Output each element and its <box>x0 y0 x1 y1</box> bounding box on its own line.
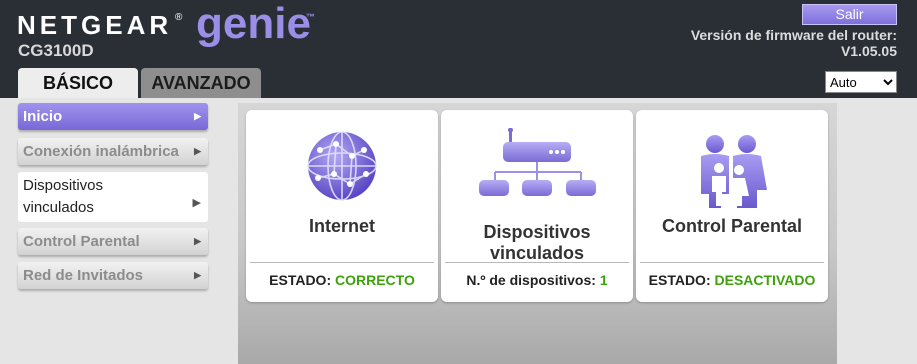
logout-button[interactable]: Salir <box>802 4 897 25</box>
card-title: Control Parental <box>661 216 803 236</box>
status-label: ESTADO: <box>269 272 332 288</box>
family-icon <box>636 134 828 215</box>
firmware-label: Versión de firmware del router: <box>690 27 897 43</box>
arrow-right-icon: ▶ <box>194 146 201 156</box>
sidebar-item-parental-control[interactable]: Control Parental ▶ <box>18 228 208 255</box>
devices-count-status: N.º de dispositivos: 1 <box>441 272 633 288</box>
parental-control-card[interactable]: Control Parental ESTADO: DESACTIVADO <box>636 110 828 302</box>
status-value: DESACTIVADO <box>714 272 816 288</box>
registered-mark: ® <box>175 12 183 23</box>
divider <box>640 262 824 263</box>
sidebar-item-wireless[interactable]: Conexión inalámbrica ▶ <box>18 138 208 165</box>
sidebar-item-label-line1: Dispositivos <box>23 177 104 194</box>
sidebar-item-label: Control Parental <box>23 233 140 250</box>
sidebar-item-home[interactable]: Inicio ▶ <box>18 103 208 130</box>
header: NETGEAR ® genie ™ CG3100D Salir Versión … <box>0 0 917 98</box>
sidebar-item-guest-network[interactable]: Red de Invitados ▶ <box>18 262 208 289</box>
parental-control-status: ESTADO: DESACTIVADO <box>636 272 828 288</box>
trademark-mark: ™ <box>306 12 315 22</box>
internet-card[interactable]: Internet ESTADO: CORRECTO <box>246 110 438 302</box>
firmware-version: V1.05.05 <box>840 43 897 59</box>
sidebar-item-label: Inicio <box>23 108 63 125</box>
card-title: Internet <box>308 216 375 236</box>
internet-status: ESTADO: CORRECTO <box>246 272 438 288</box>
status-value: 1 <box>599 272 608 288</box>
router-model: CG3100D <box>18 41 94 60</box>
status-value: CORRECTO <box>335 272 415 288</box>
arrow-right-icon: ▶ <box>194 270 201 280</box>
arrow-right-icon: ▶ <box>194 111 201 121</box>
genie-logo: genie <box>196 0 311 48</box>
sidebar-item-label: Red de Invitados <box>23 267 144 284</box>
attached-devices-card[interactable]: Dispositivos vinculados N.º de dispositi… <box>441 110 633 302</box>
status-label: ESTADO: <box>648 272 711 288</box>
netgear-logo: NETGEAR <box>17 10 173 40</box>
card-title-line1: Dispositivos <box>483 222 591 242</box>
network-router-icon <box>441 127 633 205</box>
divider <box>445 262 629 263</box>
sidebar-item-label-line2: vinculados <box>23 199 94 216</box>
sidebar-item-label: Conexión inalámbrica <box>23 143 179 160</box>
tab-advanced[interactable]: AVANZADO <box>141 68 261 98</box>
status-label: N.º de dispositivos: <box>466 272 596 288</box>
tab-basic[interactable]: BÁSICO <box>18 68 138 98</box>
language-select[interactable]: Auto <box>825 71 897 93</box>
arrow-right-icon: ▶ <box>194 236 201 246</box>
card-title-line2: vinculados <box>489 243 585 263</box>
globe-icon <box>246 130 438 207</box>
arrow-right-icon: ▶ <box>192 197 201 209</box>
sidebar-item-attached-devices[interactable]: Dispositivos vinculados ▶ <box>18 172 208 222</box>
divider <box>250 262 434 263</box>
